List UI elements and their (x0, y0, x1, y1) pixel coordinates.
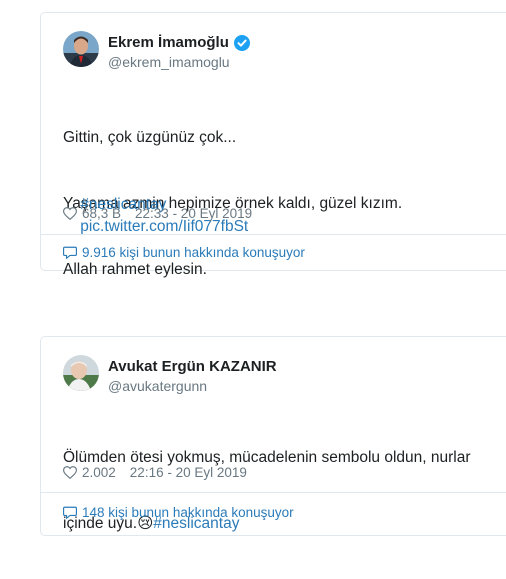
author-handle[interactable]: @avukatergunn (108, 378, 207, 394)
timestamp[interactable]: 22:33 - 20 Eyl 2019 (135, 206, 252, 221)
tweet-line: Allah rahmet eylesin. (63, 261, 207, 278)
heart-icon[interactable] (63, 466, 77, 479)
like-count[interactable]: 2.002 (82, 465, 116, 480)
tweet-card-imamoglu: Ekrem İmamoğlu @ekrem_imamoglu Gittin, ç… (40, 12, 506, 278)
speech-bubble-icon (63, 506, 77, 519)
tweet-card-kazanir: Avukat Ergün KAZANIR @avukatergunn Ölümd… (40, 336, 506, 536)
divider (41, 492, 506, 493)
tweet-text: Ölümden ötesi yokmuş, mücadelenin sembol… (63, 403, 471, 579)
like-count[interactable]: 68,3 B (82, 206, 121, 221)
tweet-meta: 2.002 22:16 - 20 Eyl 2019 (63, 465, 247, 480)
verified-badge-icon (233, 34, 250, 51)
author-name-row[interactable]: Avukat Ergün KAZANIR (108, 358, 277, 375)
author-name-row[interactable]: Ekrem İmamoğlu (108, 34, 250, 51)
conversation-text[interactable]: 9.916 kişi bunun hakkında konuşuyor (82, 245, 305, 260)
author-handle[interactable]: @ekrem_imamoglu (108, 54, 230, 70)
divider (41, 234, 506, 235)
conversation-link[interactable]: 9.916 kişi bunun hakkında konuşuyor (63, 245, 305, 260)
conversation-text[interactable]: 148 kişi bunun hakkında konuşuyor (82, 505, 294, 520)
tweet-line: Gittin, çok üzgünüz çok... (63, 129, 237, 146)
avatar[interactable] (63, 355, 99, 391)
speech-bubble-icon (63, 246, 77, 259)
timestamp[interactable]: 22:16 - 20 Eyl 2019 (130, 465, 247, 480)
author-name[interactable]: Avukat Ergün KAZANIR (108, 358, 277, 375)
heart-icon[interactable] (63, 207, 77, 220)
avatar[interactable] (63, 31, 99, 67)
conversation-link[interactable]: 148 kişi bunun hakkında konuşuyor (63, 505, 294, 520)
author-name[interactable]: Ekrem İmamoğlu (108, 34, 229, 51)
tweet-meta: 68,3 B 22:33 - 20 Eyl 2019 (63, 206, 252, 221)
